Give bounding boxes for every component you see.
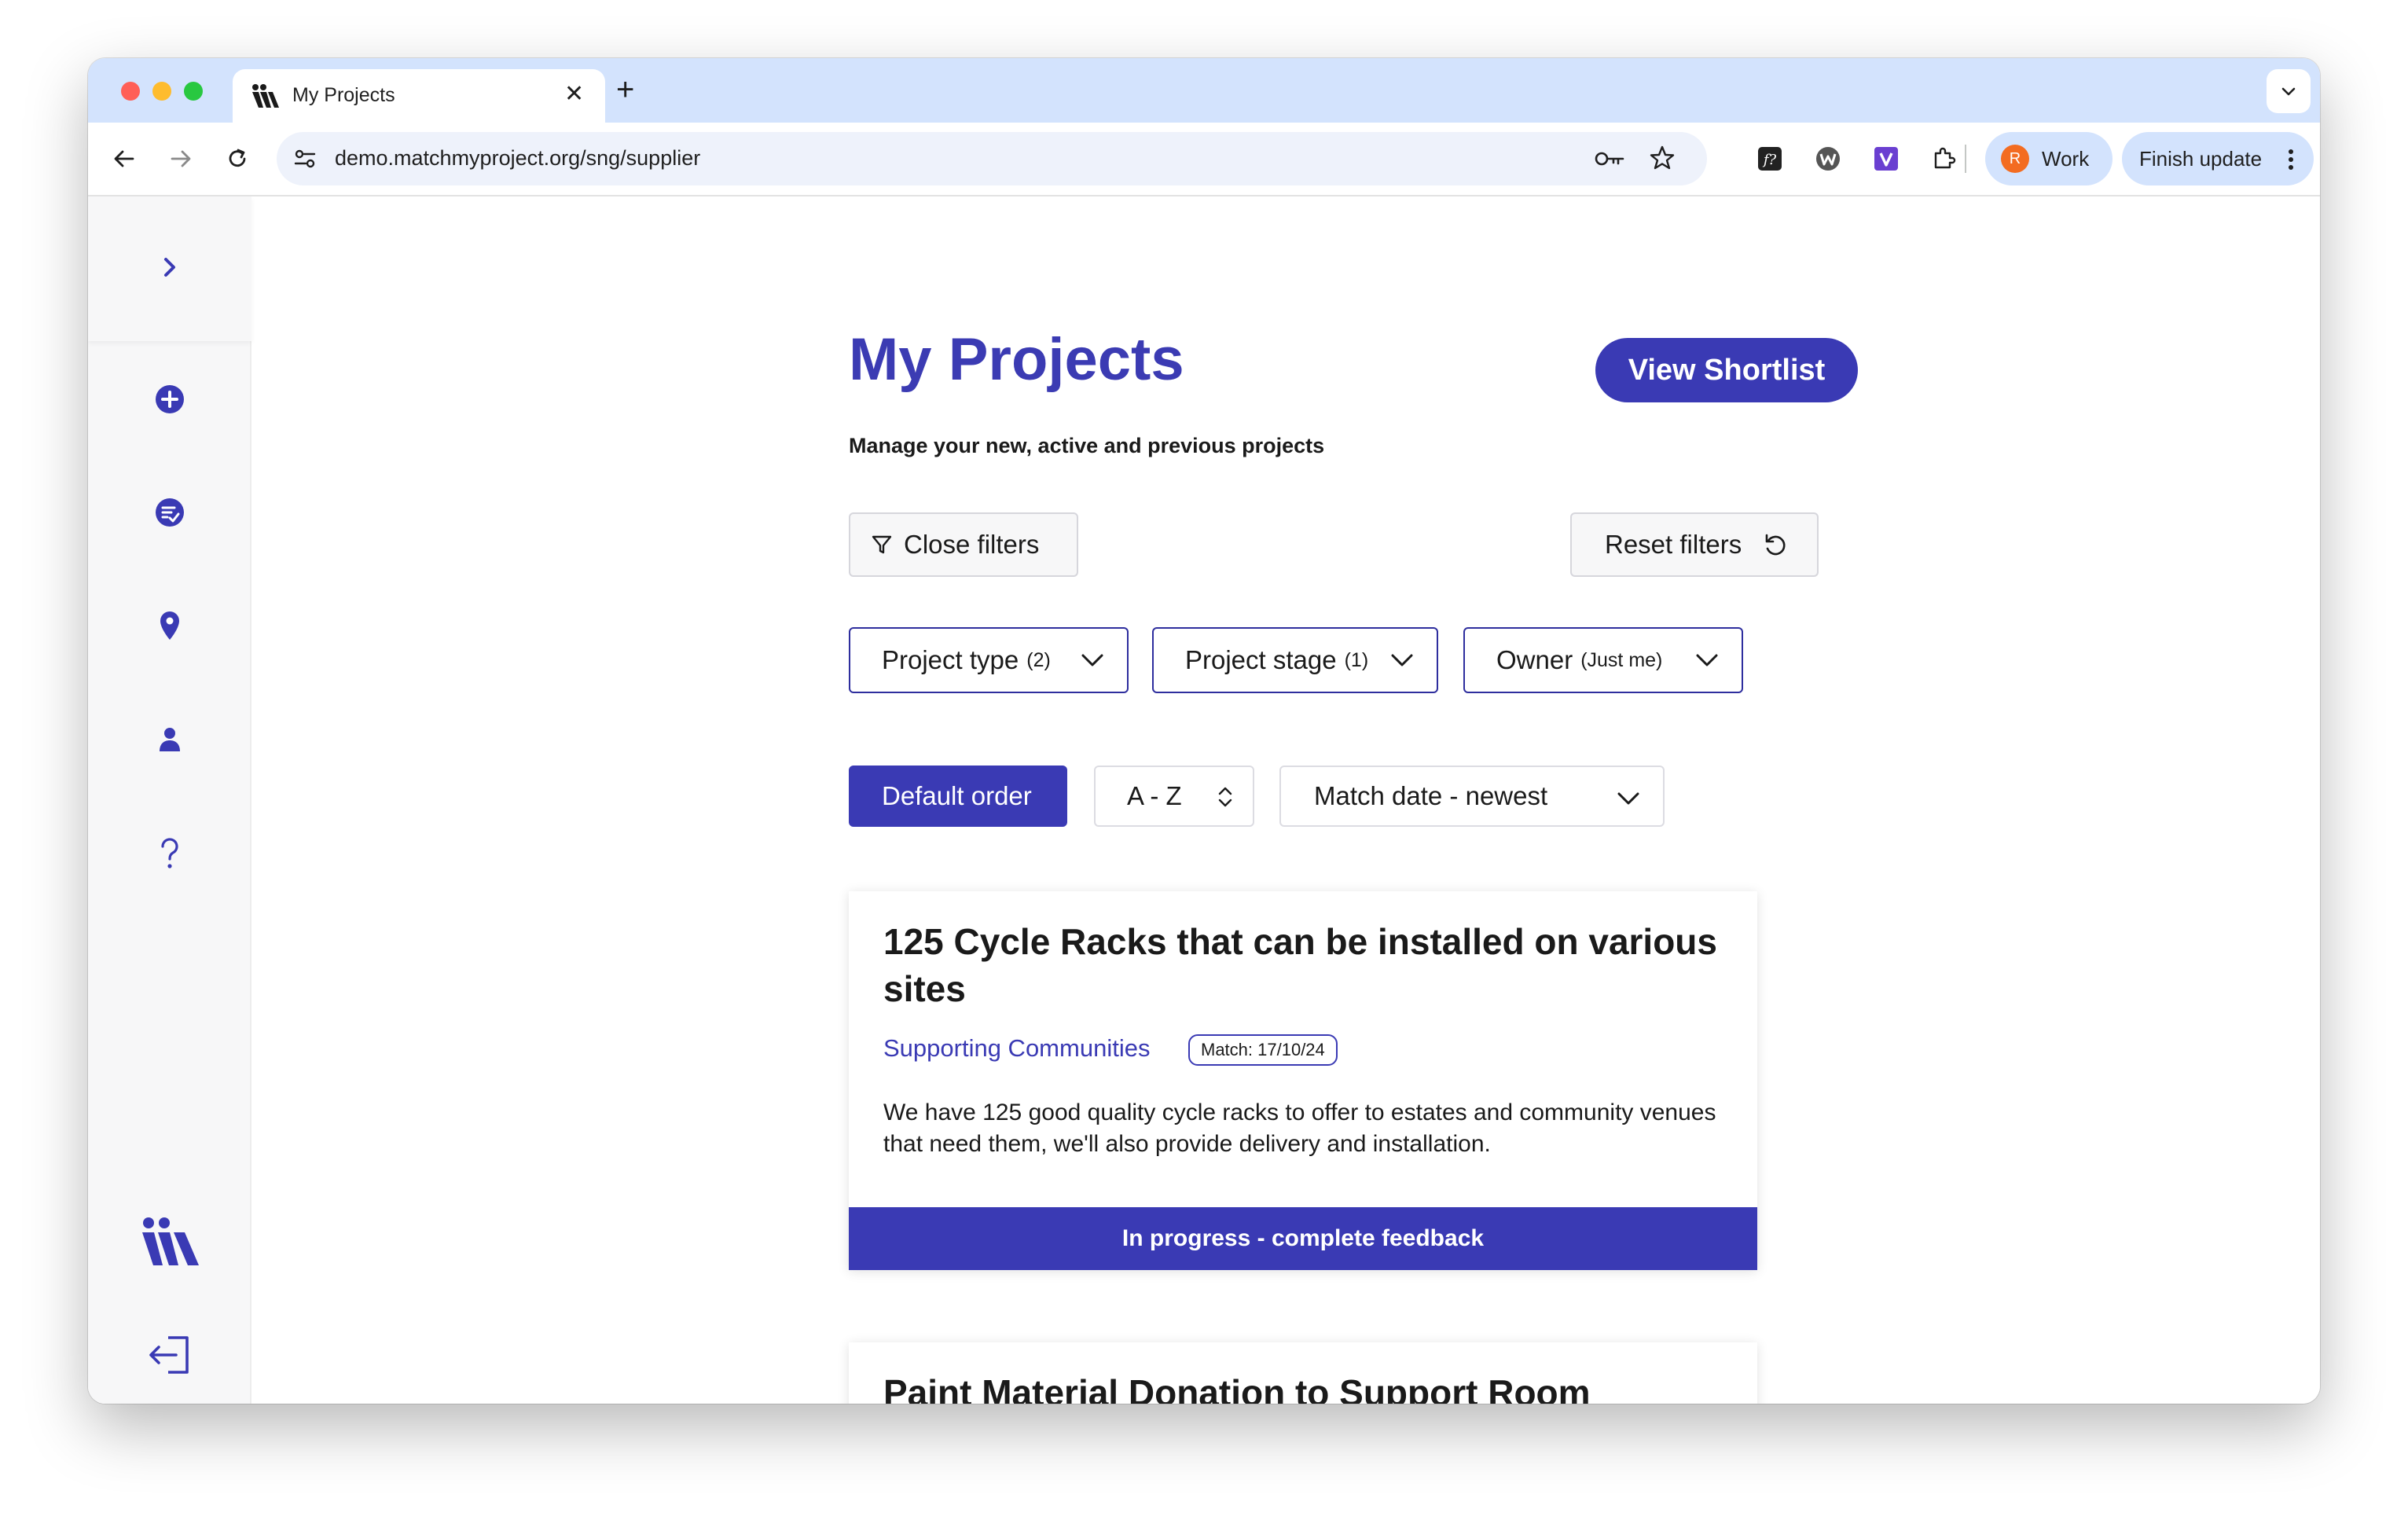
tab-close-icon[interactable]: ✕: [564, 80, 584, 108]
alpha-sort-select[interactable]: A - Z: [1094, 766, 1254, 827]
project-type-filter[interactable]: Project type (2): [849, 627, 1129, 693]
brand-logo-icon[interactable]: [135, 1210, 206, 1273]
v-extension-icon[interactable]: [1872, 145, 1900, 173]
toolbar-separator: [1965, 145, 1966, 173]
minimize-window-button[interactable]: [152, 82, 171, 101]
reset-filters-label: Reset filters: [1605, 530, 1742, 559]
reset-rotate-icon: [1765, 534, 1786, 556]
sidebar: [88, 196, 251, 1404]
sidebar-location-pin-icon[interactable]: [146, 602, 193, 649]
reload-icon[interactable]: [222, 143, 253, 174]
browser-toolbar: demo.matchmyproject.org/sng/supplier f?: [88, 123, 2320, 196]
tab-title: My Projects: [292, 84, 395, 106]
sort-updown-icon: [1218, 787, 1232, 807]
chevron-down-icon: [2281, 87, 2296, 96]
site-settings-icon[interactable]: [292, 146, 318, 175]
chevron-down-icon: [1617, 792, 1639, 805]
fx-extension-icon[interactable]: f?: [1756, 145, 1784, 173]
chevron-down-icon: [1081, 654, 1103, 666]
sidebar-help-question-icon[interactable]: [146, 830, 193, 877]
owner-filter[interactable]: Owner (Just me): [1463, 627, 1743, 693]
tab-search-button[interactable]: [2267, 69, 2311, 113]
alpha-sort-label: A - Z: [1127, 781, 1182, 810]
logout-icon[interactable]: [146, 1331, 193, 1379]
tab-strip: My Projects ✕ +: [88, 58, 2320, 123]
date-sort-label: Match date - newest: [1314, 781, 1548, 810]
project-card[interactable]: Paint Material Donation to Support Room …: [849, 1342, 1757, 1404]
reset-filters-button[interactable]: Reset filters: [1570, 512, 1819, 577]
tab-my-projects[interactable]: My Projects ✕: [233, 69, 605, 123]
project-card[interactable]: 125 Cycle Racks that can be installed on…: [849, 891, 1757, 1270]
project-status-button[interactable]: In progress - complete feedback: [849, 1207, 1757, 1270]
address-bar[interactable]: demo.matchmyproject.org/sng/supplier: [277, 132, 1707, 185]
sidebar-projects-check-icon[interactable]: [146, 489, 193, 536]
project-description: We have 125 good quality cycle racks to …: [883, 1100, 1716, 1157]
profile-button[interactable]: R Work: [1985, 132, 2113, 185]
owner-label: Owner: [1496, 645, 1573, 674]
extensions-puzzle-icon[interactable]: [1930, 145, 1958, 173]
more-vertical-icon[interactable]: [2287, 148, 2295, 175]
date-sort-select[interactable]: Match date - newest: [1279, 766, 1665, 827]
project-stage-label: Project stage: [1185, 645, 1337, 674]
back-icon[interactable]: [108, 143, 140, 174]
w-extension-icon[interactable]: [1814, 145, 1842, 173]
page-subtitle: Manage your new, active and previous pro…: [849, 434, 1325, 457]
sidebar-add-project-icon[interactable]: [146, 376, 193, 423]
finish-update-button[interactable]: Finish update: [2122, 132, 2314, 185]
main-area: My Projects View Shortlist Manage your n…: [251, 196, 2320, 1404]
profile-label: Work: [2042, 147, 2090, 171]
filter-funnel-icon: [872, 535, 892, 554]
project-type-count: (2): [1026, 648, 1051, 671]
new-tab-icon[interactable]: +: [616, 74, 634, 105]
site-logo-icon: [251, 83, 280, 108]
browser-window: My Projects ✕ + demo.matchmyproject.org/…: [88, 58, 2320, 1404]
project-type-label: Project type: [882, 645, 1019, 674]
project-category-link[interactable]: Supporting Communities: [883, 1034, 1150, 1063]
default-order-button[interactable]: Default order: [849, 766, 1067, 827]
close-filters-button[interactable]: Close filters: [849, 512, 1078, 577]
bookmark-star-icon[interactable]: [1649, 145, 1676, 175]
sidebar-user-icon[interactable]: [146, 715, 193, 762]
close-filters-label: Close filters: [904, 530, 1040, 559]
owner-count: (Just me): [1580, 648, 1663, 671]
password-key-icon[interactable]: [1594, 146, 1625, 175]
match-date-badge: Match: 17/10/24: [1188, 1034, 1338, 1066]
svg-text:f?: f?: [1762, 152, 1777, 168]
maximize-window-button[interactable]: [184, 82, 203, 101]
page-content: My Projects View Shortlist Manage your n…: [88, 196, 2320, 1404]
view-shortlist-button[interactable]: View Shortlist: [1595, 338, 1858, 402]
chevron-down-icon: [1696, 654, 1718, 666]
project-stage-count: (1): [1344, 648, 1369, 671]
update-label: Finish update: [2139, 147, 2263, 171]
project-stage-filter[interactable]: Project stage (1): [1152, 627, 1438, 693]
forward-icon[interactable]: [165, 143, 196, 174]
project-title[interactable]: Paint Material Donation to Support Room …: [883, 1369, 1732, 1404]
page-title: My Projects: [849, 326, 1184, 393]
close-window-button[interactable]: [121, 82, 140, 101]
expand-sidebar-chevron-icon[interactable]: [146, 244, 193, 291]
avatar: R: [2001, 145, 2029, 173]
url-text: demo.matchmyproject.org/sng/supplier: [335, 146, 701, 170]
project-title[interactable]: 125 Cycle Racks that can be installed on…: [883, 918, 1732, 1012]
chevron-down-icon: [1391, 654, 1413, 666]
